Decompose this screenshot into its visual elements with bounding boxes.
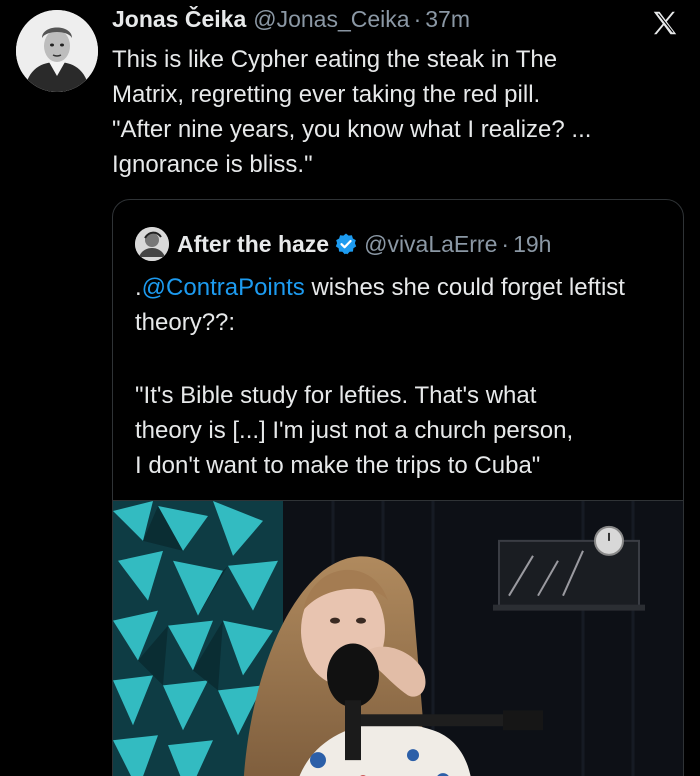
timestamp[interactable]: 37m <box>425 6 470 33</box>
mention-link[interactable]: @ContraPoints <box>142 274 305 301</box>
author-avatar[interactable] <box>16 10 98 92</box>
verified-badge-icon <box>334 232 358 256</box>
quoted-author-name[interactable]: After the haze <box>177 231 329 258</box>
separator-dot: · <box>413 6 422 32</box>
author-handle[interactable]: @Jonas_Ceika <box>253 6 409 33</box>
quoted-text-prefix: . <box>135 274 142 301</box>
tweet-text: This is like Cypher eating the steak in … <box>112 46 592 178</box>
quoted-author-avatar[interactable] <box>135 227 169 261</box>
author-name[interactable]: Jonas Čeika <box>112 6 246 33</box>
tweet-header: Jonas Čeika @Jonas_Ceika · 37m <box>112 6 640 42</box>
quoted-separator-dot: · <box>501 230 510 257</box>
quoted-timestamp[interactable]: 19h <box>513 231 551 258</box>
tweet[interactable]: Jonas Čeika @Jonas_Ceika · 37m This is l… <box>0 0 700 776</box>
quoted-tweet-header: After the haze @vivaLaErre · 19h <box>135 224 671 264</box>
video-thumbnail[interactable] <box>113 500 683 776</box>
quoted-tweet[interactable]: After the haze @vivaLaErre · 19h .@Contr… <box>112 199 684 776</box>
x-logo-icon[interactable] <box>650 8 680 38</box>
quoted-author-handle[interactable]: @vivaLaErre <box>364 231 497 258</box>
quoted-speech-text: "It's Bible study for lefties. That's wh… <box>135 382 574 479</box>
quoted-tweet-text: .@ContraPoints wishes she could forget l… <box>135 270 665 340</box>
